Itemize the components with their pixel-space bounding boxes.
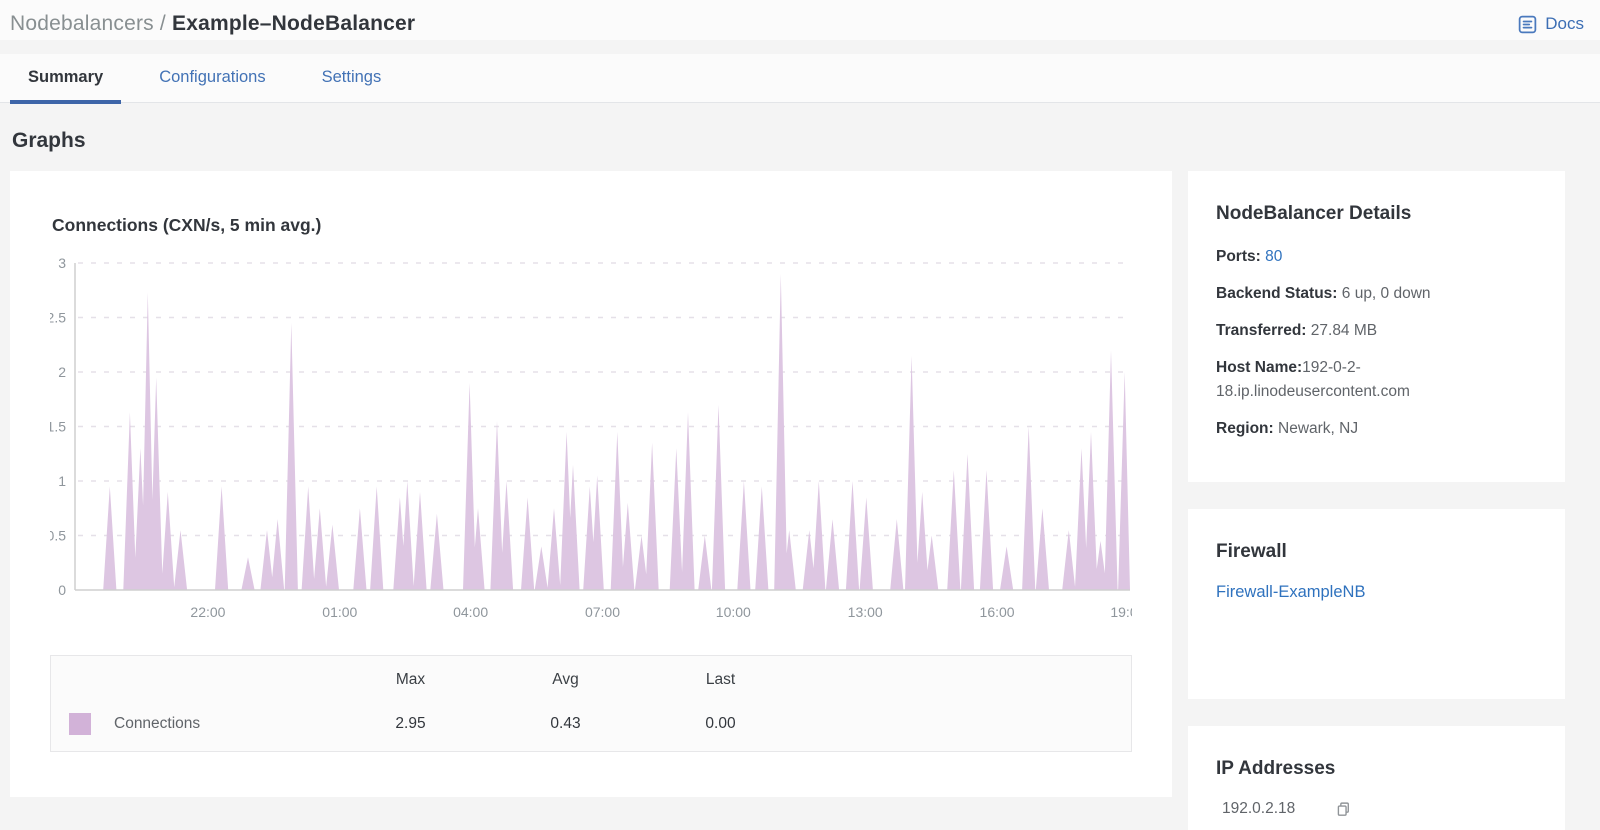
nodebalancer-details-card: NodeBalancer Details Ports: 80 Backend S…: [1188, 171, 1565, 483]
svg-text:01:00: 01:00: [322, 604, 357, 620]
breadcrumb-separator: /: [159, 12, 166, 35]
ip-address: 192.0.2.18: [1222, 800, 1296, 818]
firewall-link[interactable]: Firewall-ExampleNB: [1216, 583, 1365, 601]
svg-text:3: 3: [58, 255, 66, 271]
tab-configurations[interactable]: Configurations: [141, 54, 283, 102]
connections-chart: 3 2.5 2 1.5 1 0.5 0 22:00 01:00 04:00 07:00 10:00 13…: [47, 255, 1146, 620]
detail-row-ports: Ports: 80: [1216, 248, 1283, 265]
legend-header-max: Max: [395, 670, 426, 688]
detail-row-hostname: Host Name:192-0-2-18.ip.linodeuserconten…: [1216, 359, 1410, 401]
legend-table: Max Avg Last Connections 2.95 0.43 0.00: [50, 655, 1132, 752]
svg-text:22:00: 22:00: [190, 604, 225, 620]
svg-text:2: 2: [58, 364, 66, 380]
details-card-title: NodeBalancer Details: [1216, 203, 1412, 224]
connections-graph-card: Connections (CXN/s, 5 min avg.) 3 2.5 2 1.5…: [10, 171, 1172, 797]
ports-link[interactable]: 80: [1265, 248, 1282, 265]
ip-addresses-card: IP Addresses 192.0.2.18: [1188, 726, 1565, 830]
copy-ip-button[interactable]: [1335, 801, 1352, 818]
svg-text:16:00: 16:00: [980, 604, 1015, 620]
breadcrumb-section[interactable]: Nodebalancers: [10, 12, 154, 35]
tab-summary[interactable]: Summary: [10, 54, 122, 104]
top-bar: Nodebalancers / Example–NodeBalancer Doc…: [0, 0, 1600, 40]
legend-header-last: Last: [705, 670, 736, 688]
svg-text:0.5: 0.5: [50, 528, 66, 544]
copy-icon: [1335, 801, 1352, 818]
legend-header-row: Max Avg Last: [51, 656, 1131, 697]
svg-text:10:00: 10:00: [716, 604, 751, 620]
graph-title: Connections (CXN/s, 5 min avg.): [52, 215, 322, 235]
svg-text:1.5: 1.5: [50, 419, 66, 435]
detail-row-region: Region: Newark, NJ: [1216, 420, 1359, 438]
legend-header-avg: Avg: [552, 670, 579, 688]
svg-text:0: 0: [58, 582, 66, 598]
svg-text:13:00: 13:00: [848, 604, 883, 620]
docs-link[interactable]: Docs: [1517, 14, 1584, 35]
svg-text:1: 1: [58, 473, 66, 489]
stat-last: 0.00: [705, 715, 736, 732]
detail-row-transferred: Transferred: 27.84 MB: [1216, 322, 1378, 340]
docs-label: Docs: [1545, 14, 1584, 33]
svg-text:07:00: 07:00: [585, 604, 620, 620]
graphs-section-header: Graphs: [0, 103, 1600, 169]
tab-settings[interactable]: Settings: [304, 54, 400, 102]
stat-max: 2.95: [395, 715, 426, 732]
legend-series-name: Connections: [114, 715, 201, 732]
firewall-card: Firewall Firewall-ExampleNB: [1188, 509, 1565, 700]
legend-data-row: Connections 2.95 0.43 0.00: [51, 697, 1131, 751]
section-title: Graphs: [12, 129, 86, 152]
tab-bar: Summary Configurations Settings: [0, 54, 1600, 104]
detail-row-backend-status: Backend Status: 6 up, 0 down: [1216, 285, 1431, 303]
firewall-card-title: Firewall: [1216, 541, 1287, 563]
breadcrumb-current: Example–NodeBalancer: [172, 12, 416, 35]
legend-swatch: [69, 713, 91, 735]
breadcrumb: Nodebalancers / Example–NodeBalancer: [10, 12, 415, 36]
sidebar: NodeBalancer Details Ports: 80 Backend S…: [1188, 171, 1565, 830]
svg-text:2.5: 2.5: [50, 310, 66, 326]
ip-card-title: IP Addresses: [1216, 758, 1336, 780]
docs-icon: [1517, 14, 1538, 35]
ip-address-row: 192.0.2.18: [1216, 800, 1537, 818]
svg-text:19:00: 19:00: [1110, 604, 1132, 620]
stat-avg: 0.43: [550, 715, 581, 732]
svg-text:04:00: 04:00: [453, 604, 488, 620]
